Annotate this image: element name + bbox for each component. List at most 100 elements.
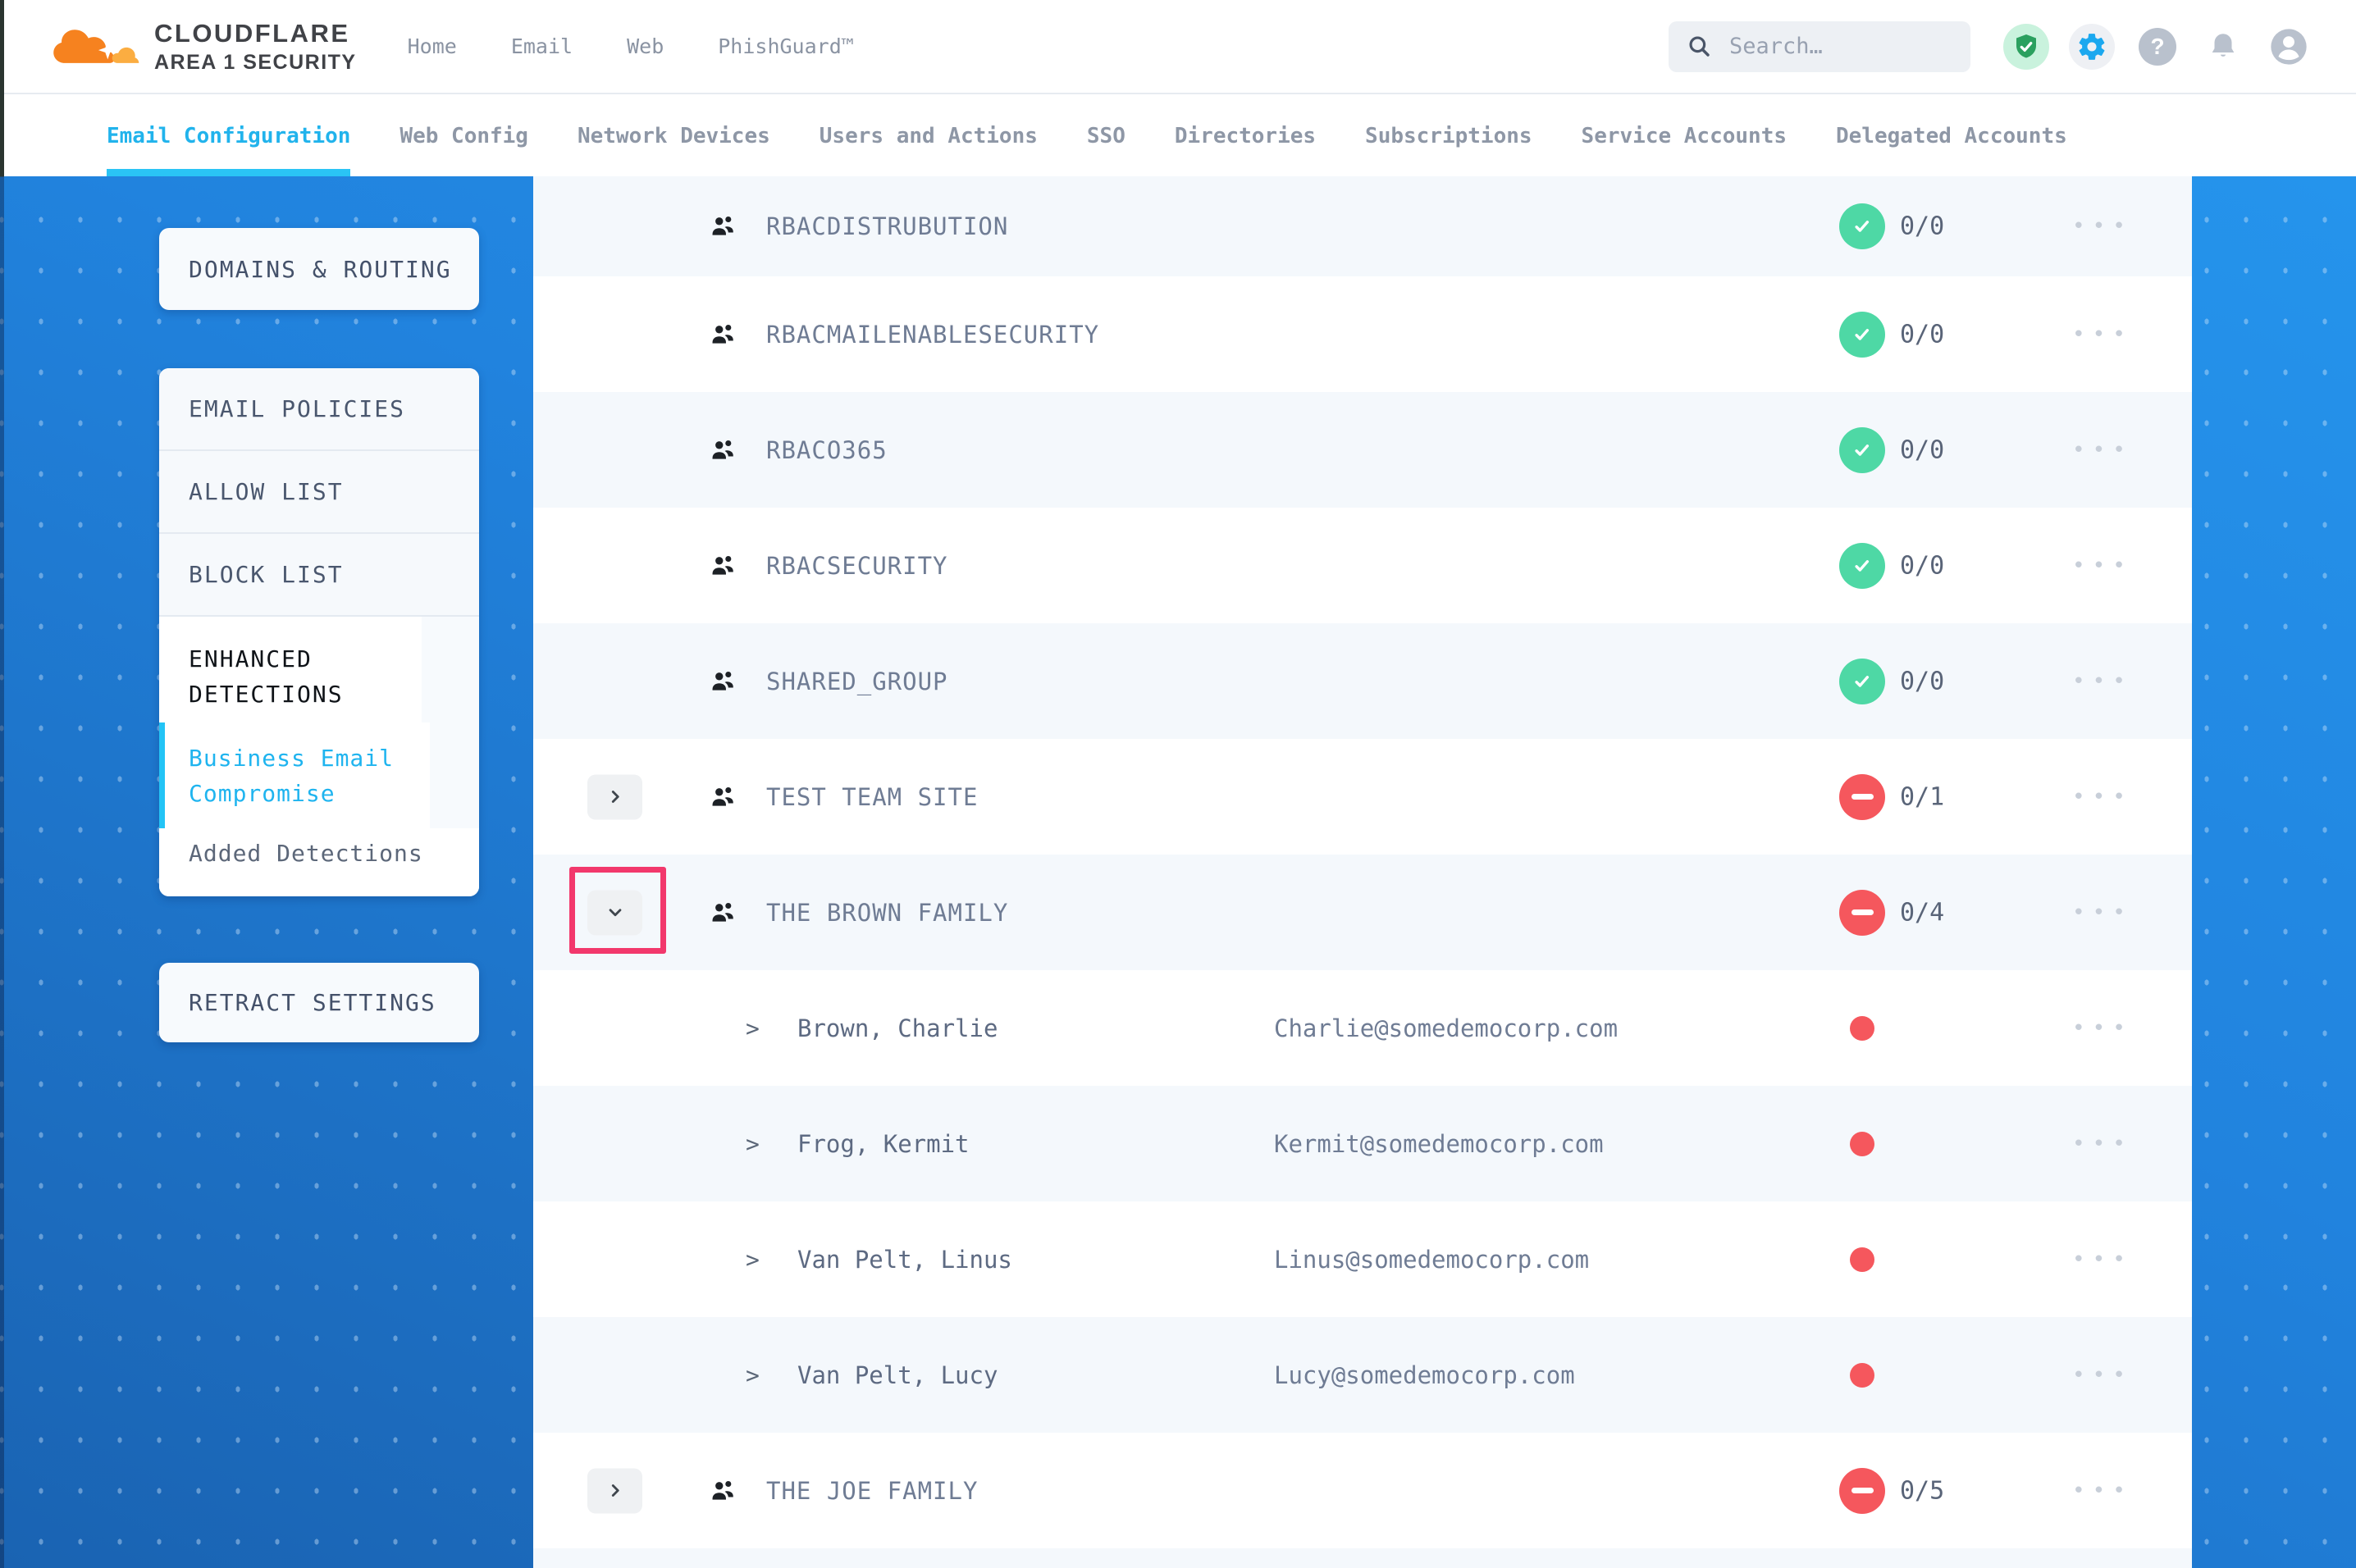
collapse-group-button[interactable]	[587, 890, 642, 935]
group-row[interactable]: RBACO365 0/0 •••	[533, 392, 2192, 508]
sidebar-item-email-policies[interactable]: EMAIL POLICIES	[159, 368, 479, 451]
tab-service-accounts[interactable]: Service Accounts	[1582, 96, 1787, 176]
status-pass-badge	[1839, 659, 1885, 704]
bell-icon	[2206, 30, 2240, 64]
member-count: 0/0	[1900, 667, 1944, 695]
tab-web-config[interactable]: Web Config	[400, 96, 528, 176]
help-icon: ?	[2139, 28, 2176, 66]
sidebar-item-added-detections[interactable]: Added Detections	[159, 828, 479, 896]
row-menu-button[interactable]: •••	[2072, 669, 2133, 694]
row-menu-button[interactable]: •••	[2072, 554, 2133, 578]
member-email: Lucy@somedemocorp.com	[1274, 1361, 1575, 1389]
sidebar-item-business-email-compromise[interactable]: Business Email Compromise	[159, 722, 430, 828]
nav-email[interactable]: Email	[511, 34, 573, 58]
member-count: 0/0	[1900, 320, 1944, 349]
status-pass-badge	[1839, 543, 1885, 589]
member-name: Van Pelt, Linus	[797, 1246, 1012, 1274]
directory-groups-table: RBACDISTRUBUTION 0/0 ••• RBACMAILENABLES…	[533, 176, 2192, 1568]
member-row[interactable]: > Frog, Kermit Kermit@somedemocorp.com •…	[533, 1086, 2192, 1201]
sidebar-label: RETRACT SETTINGS	[159, 989, 436, 1016]
group-row[interactable]: RBACSECURITY 0/0 •••	[533, 508, 2192, 623]
expand-group-button[interactable]	[587, 1468, 642, 1513]
nav-phishguard[interactable]: PhishGuard™	[718, 34, 854, 58]
group-row[interactable]: TEST TEAM SITE 0/1 •••	[533, 739, 2192, 855]
group-name: THE JOE FAMILY	[766, 1477, 978, 1505]
group-name: RBACO365	[766, 436, 888, 464]
group-people-icon	[707, 212, 738, 241]
check-icon	[1850, 554, 1874, 578]
sidebar-item-allow-list[interactable]: ALLOW LIST	[159, 451, 479, 534]
row-menu-button[interactable]: •••	[2072, 1479, 2133, 1503]
status-pass-badge	[1839, 427, 1885, 473]
group-name: THE BROWN FAMILY	[766, 899, 1008, 927]
group-row[interactable]: THE JOE FAMILY 0/5 •••	[533, 1433, 2192, 1548]
row-menu-button[interactable]: •••	[2072, 322, 2133, 347]
member-count: 0/4	[1900, 898, 1944, 927]
workspace-background: DOMAINS & ROUTING EMAIL POLICIES ALLOW L…	[0, 176, 2356, 1568]
primary-nav: Home Email Web PhishGuard™	[408, 34, 854, 58]
sidebar-item-enhanced-detections[interactable]: ENHANCED DETECTIONS	[159, 617, 422, 722]
header-icon-cluster: ?	[2003, 24, 2312, 70]
brand-logo[interactable]: CLOUDFLARE AREA 1 SECURITY	[46, 16, 357, 78]
group-row[interactable]: SHARED_GROUP 0/0 •••	[533, 623, 2192, 739]
row-menu-button[interactable]: •••	[2072, 900, 2133, 925]
sidebar-label: DOMAINS & ROUTING	[159, 256, 452, 283]
expand-group-button[interactable]	[587, 774, 642, 819]
chevron-down-icon	[605, 902, 626, 923]
notifications-button[interactable]	[2200, 24, 2246, 70]
settings-button[interactable]	[2069, 24, 2115, 70]
group-row[interactable]: RBACMAILENABLESECURITY 0/0 •••	[533, 276, 2192, 392]
member-chevron-icon: >	[746, 1130, 760, 1157]
settings-gear-icon	[2076, 31, 2107, 62]
member-name: Frog, Kermit	[797, 1130, 970, 1158]
nav-home[interactable]: Home	[408, 34, 457, 58]
member-row[interactable]: > Brown, Charlie Charlie@somedemocorp.co…	[533, 970, 2192, 1086]
sidebar-policies-card: EMAIL POLICIES ALLOW LIST BLOCK LIST ENH…	[159, 368, 479, 896]
tab-subscriptions[interactable]: Subscriptions	[1365, 96, 1532, 176]
member-count: 0/0	[1900, 435, 1944, 464]
screen-edge-strip	[0, 0, 4, 1568]
security-status-button[interactable]	[2003, 24, 2049, 70]
member-chevron-icon: >	[746, 1361, 760, 1388]
partial-row	[533, 1548, 2192, 1568]
row-menu-button[interactable]: •••	[2072, 1132, 2133, 1156]
row-menu-button[interactable]: •••	[2072, 1363, 2133, 1388]
nav-web[interactable]: Web	[627, 34, 664, 58]
minus-icon	[1851, 1488, 1874, 1493]
search-icon	[1687, 34, 1713, 60]
sidebar-item-block-list[interactable]: BLOCK LIST	[159, 534, 479, 617]
row-menu-button[interactable]: •••	[2072, 785, 2133, 809]
tab-delegated-accounts[interactable]: Delegated Accounts	[1836, 96, 2067, 176]
row-menu-button[interactable]: •••	[2072, 1016, 2133, 1041]
group-name: TEST TEAM SITE	[766, 783, 978, 811]
member-email: Charlie@somedemocorp.com	[1274, 1014, 1618, 1042]
tab-network-devices[interactable]: Network Devices	[578, 96, 770, 176]
tab-sso[interactable]: SSO	[1087, 96, 1125, 176]
row-menu-button[interactable]: •••	[2072, 214, 2133, 239]
chevron-right-icon	[605, 786, 626, 808]
tab-directories[interactable]: Directories	[1175, 96, 1316, 176]
sidebar-item-retract-settings[interactable]: RETRACT SETTINGS	[159, 963, 479, 1042]
group-people-icon	[707, 1476, 738, 1506]
tab-users-and-actions[interactable]: Users and Actions	[820, 96, 1038, 176]
tab-email-configuration[interactable]: Email Configuration	[107, 96, 350, 176]
member-email: Kermit@somedemocorp.com	[1274, 1130, 1604, 1158]
row-menu-button[interactable]: •••	[2072, 438, 2133, 463]
user-avatar-icon	[2267, 25, 2310, 68]
check-icon	[1850, 669, 1874, 694]
status-fail-badge	[1839, 774, 1885, 820]
status-pass-badge	[1839, 312, 1885, 358]
search-box[interactable]	[1669, 21, 1970, 72]
group-row[interactable]: THE BROWN FAMILY 0/4 •••	[533, 855, 2192, 970]
member-count: 0/5	[1900, 1476, 1944, 1505]
account-button[interactable]	[2266, 24, 2312, 70]
help-button[interactable]: ?	[2135, 24, 2180, 70]
group-row[interactable]: RBACDISTRUBUTION 0/0 •••	[533, 176, 2192, 276]
chevron-right-icon	[605, 1480, 626, 1502]
sidebar-item-domains-routing[interactable]: DOMAINS & ROUTING	[159, 228, 479, 310]
row-menu-button[interactable]: •••	[2072, 1247, 2133, 1272]
search-input[interactable]	[1729, 34, 1943, 59]
member-chevron-icon: >	[746, 1014, 760, 1042]
member-row[interactable]: > Van Pelt, Linus Linus@somedemocorp.com…	[533, 1201, 2192, 1317]
member-row[interactable]: > Van Pelt, Lucy Lucy@somedemocorp.com •…	[533, 1317, 2192, 1433]
